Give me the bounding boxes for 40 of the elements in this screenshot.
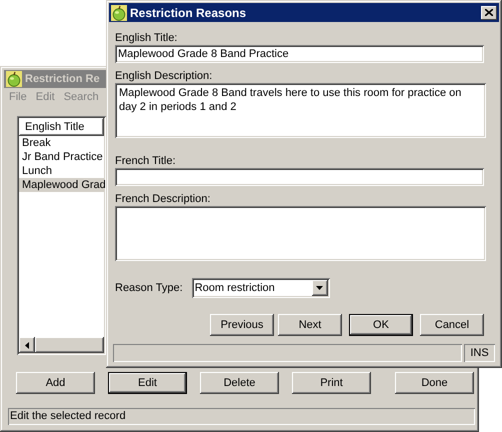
status-bar: Edit the selected record [8, 408, 475, 425]
dialog-button[interactable]: Cancel [420, 314, 484, 336]
field-label: Reason Type: [115, 280, 183, 296]
dialog-button[interactable]: OK [349, 314, 413, 336]
scroll-bar[interactable] [19, 337, 104, 353]
dialog-button[interactable]: Previous [210, 314, 274, 336]
dialog-button[interactable]: Next [278, 314, 342, 336]
list-row[interactable]: Jr Band Practice [19, 150, 104, 164]
dialog-button[interactable]: Edit [108, 372, 187, 394]
dialog-button[interactable]: Print [292, 372, 371, 394]
list-box[interactable]: English Title Break Jr Band Practice Lunch Maplewood Grad [17, 116, 106, 355]
text-field[interactable]: Maplewood Grade 8 Band Practice [115, 45, 484, 63]
dialog-button[interactable]: Delete [200, 372, 279, 394]
field-label: French Description: [115, 192, 212, 206]
text-area[interactable] [115, 206, 486, 261]
left-arrow-icon [24, 342, 29, 348]
list-row[interactable]: Break [19, 136, 104, 150]
dropdown-value: Room restriction [194, 280, 276, 296]
apple-icon [111, 4, 127, 20]
text-area[interactable]: Maplewood Grade 8 Band travels here to use this room for practice on day 2 in periods 1 and 2 [115, 83, 486, 138]
scroll-thumb[interactable] [34, 337, 104, 353]
close-icon [485, 9, 493, 16]
status-panel: INS [464, 344, 495, 362]
list-row[interactable]: Lunch [19, 164, 104, 178]
field-label: English Description: [115, 69, 214, 83]
column-header[interactable]: English Title [19, 118, 104, 136]
scroll-left-button[interactable] [19, 337, 35, 353]
dialog-button[interactable]: Add [16, 372, 95, 394]
dialog-button[interactable]: Done [395, 372, 474, 394]
caret-icon [316, 286, 324, 290]
field-label: English Title: [115, 31, 178, 45]
window-title: Restriction Re [25, 72, 100, 87]
apple-icon [6, 71, 22, 87]
dropdown[interactable]: Room restriction [192, 278, 330, 298]
close-button[interactable] [481, 6, 497, 20]
dropdown-button[interactable] [312, 280, 328, 296]
list-row[interactable]: Maplewood Grad [19, 178, 104, 192]
window-title: Restriction Reasons [130, 4, 246, 22]
field-label: French Title: [115, 154, 177, 168]
text-field[interactable] [115, 168, 484, 186]
